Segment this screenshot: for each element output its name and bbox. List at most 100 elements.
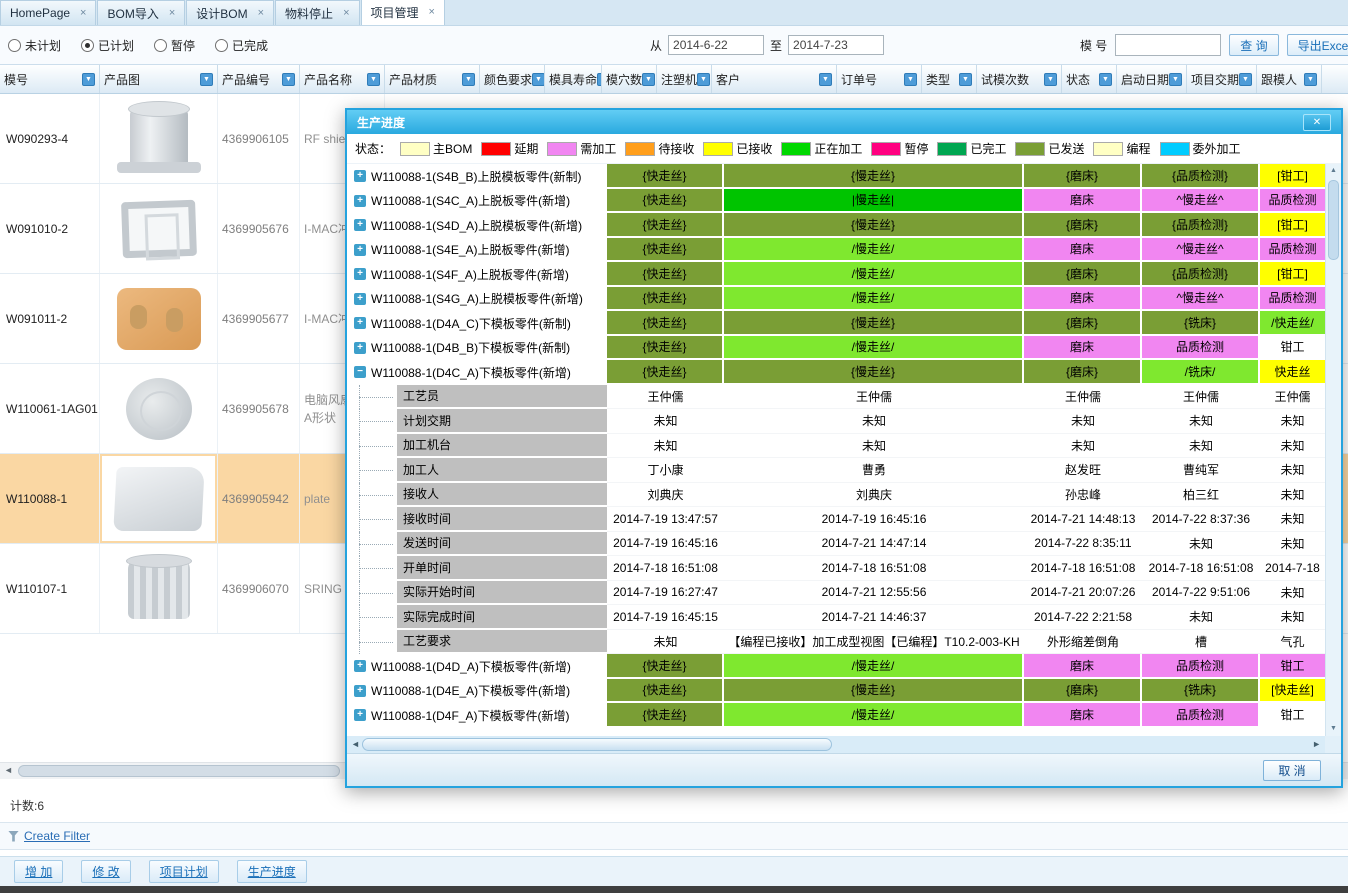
process-tree-row[interactable]: + W110088-1(D4F_A)下模板零件(新增) {快走丝} /慢走丝/ … (347, 703, 1325, 728)
process-tree-row[interactable]: + W110088-1(S4B_B)上脱模板零件(新制) {快走丝} {慢走丝}… (347, 164, 1325, 189)
process-tree-row[interactable]: + W110088-1(S4G_A)上脱模板零件(新增) {快走丝} /慢走丝/… (347, 287, 1325, 312)
column-header[interactable]: 项目交期 ▼ (1187, 65, 1257, 93)
expand-icon[interactable]: + (354, 685, 366, 697)
column-filter-icon[interactable]: ▼ (367, 73, 380, 86)
scrollbar-thumb[interactable] (362, 738, 832, 751)
dialog-vertical-scrollbar[interactable]: ▲ ▼ (1325, 164, 1341, 736)
expand-icon[interactable]: + (354, 244, 366, 256)
dialog-title-bar[interactable]: 生产进度 ✕ (347, 110, 1341, 134)
radio-icon[interactable] (154, 39, 167, 52)
scroll-left-icon[interactable]: ◄ (4, 765, 13, 775)
column-filter-icon[interactable]: ▼ (462, 73, 475, 86)
tab[interactable]: 设计BOM × (186, 0, 274, 25)
column-header[interactable]: 产品材质 ▼ (385, 65, 480, 93)
column-header[interactable]: 颜色要求 ▼ (480, 65, 545, 93)
process-tree-row[interactable]: + W110088-1(S4E_A)上脱板零件(新增) {快走丝} /慢走丝/ … (347, 238, 1325, 263)
tab[interactable]: BOM导入 × (97, 0, 185, 25)
scroll-left-icon[interactable]: ◄ (351, 737, 360, 752)
process-tree-row[interactable]: + W110088-1(D4D_A)下模板零件(新增) {快走丝} /慢走丝/ … (347, 654, 1325, 679)
column-filter-icon[interactable]: ▼ (532, 73, 545, 86)
status-radio[interactable]: 未计划 (8, 37, 61, 54)
toolbar-button[interactable]: 生产进度 (237, 860, 307, 883)
product-image (113, 467, 204, 531)
column-filter-icon[interactable]: ▼ (819, 73, 832, 86)
status-radio[interactable]: 暂停 (154, 37, 195, 54)
radio-icon[interactable] (8, 39, 21, 52)
expand-icon[interactable]: + (354, 219, 366, 231)
radio-icon[interactable] (215, 39, 228, 52)
tab[interactable]: HomePage × (0, 0, 96, 25)
column-header[interactable]: 试模次数 ▼ (977, 65, 1062, 93)
dialog-horizontal-scrollbar[interactable]: ◄ ► (347, 736, 1325, 753)
column-header[interactable]: 产品名称 ▼ (300, 65, 385, 93)
scroll-down-icon[interactable]: ▼ (1326, 722, 1341, 736)
process-tree-row[interactable]: + W110088-1(S4F_A)上脱板零件(新增) {快走丝} /慢走丝/ … (347, 262, 1325, 287)
search-button[interactable]: 查 询 (1229, 34, 1278, 56)
expand-icon[interactable]: + (354, 195, 366, 207)
mold-no-input[interactable] (1115, 34, 1221, 56)
tab-close-icon[interactable]: × (258, 8, 264, 19)
process-tree-row[interactable]: − W110088-1(D4C_A)下模板零件(新增) {快走丝} {慢走丝} … (347, 360, 1325, 385)
column-filter-icon[interactable]: ▼ (1044, 73, 1057, 86)
expand-icon[interactable]: + (354, 709, 366, 721)
expand-icon[interactable]: + (354, 268, 366, 280)
column-filter-icon[interactable]: ▼ (1304, 73, 1317, 86)
column-header[interactable]: 模号 ▼ (0, 65, 100, 93)
tab-close-icon[interactable]: × (429, 7, 435, 18)
expand-icon[interactable]: + (354, 660, 366, 672)
column-filter-icon[interactable]: ▼ (642, 73, 655, 86)
column-header[interactable]: 客户 ▼ (712, 65, 837, 93)
column-filter-icon[interactable]: ▼ (282, 73, 295, 86)
scrollbar-thumb[interactable] (1328, 180, 1339, 260)
expand-icon[interactable]: + (354, 317, 366, 329)
column-filter-icon[interactable]: ▼ (697, 73, 710, 86)
column-header[interactable]: 状态 ▼ (1062, 65, 1117, 93)
column-filter-icon[interactable]: ▼ (1169, 73, 1182, 86)
radio-icon[interactable] (81, 39, 94, 52)
scroll-up-icon[interactable]: ▲ (1326, 164, 1341, 178)
cancel-button[interactable]: 取 消 (1263, 760, 1321, 781)
column-filter-icon[interactable]: ▼ (1099, 73, 1112, 86)
tab-close-icon[interactable]: × (80, 8, 86, 19)
scrollbar-thumb[interactable] (18, 765, 340, 777)
column-header[interactable]: 类型 ▼ (922, 65, 977, 93)
tab-close-icon[interactable]: × (169, 8, 175, 19)
column-filter-icon[interactable]: ▼ (959, 73, 972, 86)
column-filter-icon[interactable]: ▼ (82, 73, 95, 86)
column-header[interactable]: 产品图 ▼ (100, 65, 218, 93)
scroll-right-icon[interactable]: ► (1312, 737, 1321, 752)
column-header[interactable]: 启动日期 ▼ (1117, 65, 1187, 93)
tab[interactable]: 物料停止 × (275, 0, 359, 25)
status-radio[interactable]: 已完成 (215, 37, 268, 54)
date-from-input[interactable] (668, 35, 764, 55)
status-radio[interactable]: 已计划 (81, 37, 134, 54)
toolbar-button[interactable]: 修 改 (81, 860, 130, 883)
process-tree-row[interactable]: + W110088-1(D4B_B)下模板零件(新制) {快走丝} /慢走丝/ … (347, 336, 1325, 361)
close-icon[interactable]: ✕ (1303, 114, 1331, 131)
column-header[interactable]: 注塑机 ▼ (657, 65, 712, 93)
process-tree-row[interactable]: + W110088-1(D4A_C)下模板零件(新制) {快走丝} {慢走丝} … (347, 311, 1325, 336)
column-header[interactable]: 订单号 ▼ (837, 65, 922, 93)
tab-close-icon[interactable]: × (343, 8, 349, 19)
column-header[interactable]: 模具寿命 ▼ (545, 65, 602, 93)
column-filter-icon[interactable]: ▼ (1239, 73, 1252, 86)
process-tree-row[interactable]: + W110088-1(S4D_A)上脱模板零件(新增) {快走丝} {慢走丝}… (347, 213, 1325, 238)
expand-icon[interactable]: + (354, 170, 366, 182)
column-filter-icon[interactable]: ▼ (904, 73, 917, 86)
column-header[interactable]: 跟模人 ▼ (1257, 65, 1322, 93)
expand-icon[interactable]: + (354, 293, 366, 305)
toolbar-button[interactable]: 增 加 (14, 860, 63, 883)
column-header[interactable]: 模穴数 ▼ (602, 65, 657, 93)
create-filter-link[interactable]: Create Filter (24, 829, 90, 843)
date-to-input[interactable] (788, 35, 884, 55)
export-excel-button[interactable]: 导出Excel (1287, 34, 1348, 56)
process-tree-row[interactable]: + W110088-1(D4E_A)下模板零件(新增) {快走丝} {慢走丝} … (347, 679, 1325, 704)
detail-value: 王仲儒 (1260, 385, 1325, 410)
process-tree-row[interactable]: + W110088-1(S4C_A)上脱板零件(新增) {快走丝} |慢走丝| … (347, 189, 1325, 214)
tab[interactable]: 项目管理 × (361, 0, 445, 25)
column-filter-icon[interactable]: ▼ (200, 73, 213, 86)
column-header[interactable]: 产品编号 ▼ (218, 65, 300, 93)
expand-icon[interactable]: − (354, 366, 366, 378)
expand-icon[interactable]: + (354, 342, 366, 354)
toolbar-button[interactable]: 项目计划 (149, 860, 219, 883)
